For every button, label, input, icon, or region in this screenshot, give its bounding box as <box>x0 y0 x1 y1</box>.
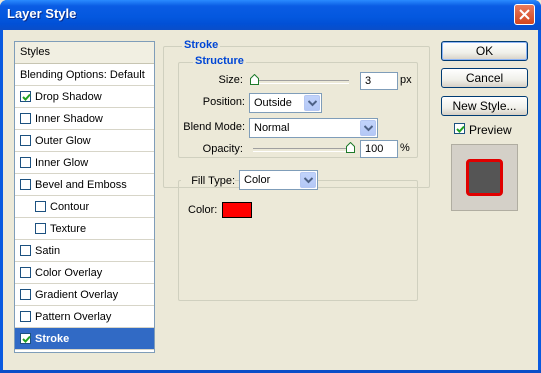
styles-item-label: Contour <box>50 201 90 213</box>
preview-label: Preview <box>469 123 512 137</box>
chevron-down-icon[interactable] <box>360 120 376 136</box>
blend-mode-value: Normal <box>254 122 290 134</box>
styles-item-label: Texture <box>50 223 87 235</box>
title-bar[interactable]: Layer Style <box>0 0 541 30</box>
styles-item-checkbox[interactable] <box>20 135 31 146</box>
styles-item-outer-glow[interactable]: Outer Glow <box>15 130 154 152</box>
ok-button[interactable]: OK <box>441 41 528 61</box>
styles-item-label: Inner Glow <box>35 157 89 169</box>
styles-item-inner-glow[interactable]: Inner Glow <box>15 152 154 174</box>
styles-item-checkbox[interactable] <box>20 311 31 322</box>
styles-item-checkbox[interactable] <box>20 267 31 278</box>
styles-item-blending-options-default[interactable]: Blending Options: Default <box>15 64 154 86</box>
checkmark-icon <box>22 335 31 343</box>
styles-item-inner-shadow[interactable]: Inner Shadow <box>15 108 154 130</box>
stroke-group-title: Stroke <box>182 39 221 51</box>
styles-item-drop-shadow[interactable]: Drop Shadow <box>15 86 154 108</box>
position-label: Position: <box>202 96 245 108</box>
size-slider-thumb[interactable] <box>250 74 259 85</box>
styles-item-stroke[interactable]: Stroke <box>15 328 154 350</box>
styles-item-contour[interactable]: Contour <box>15 196 154 218</box>
structure-group-title: Structure <box>193 55 246 67</box>
styles-item-checkbox[interactable] <box>35 223 46 234</box>
styles-item-checkbox[interactable] <box>20 333 31 344</box>
styles-item-label: Stroke <box>35 333 70 345</box>
blend-mode-select[interactable]: Normal <box>249 118 378 138</box>
styles-item-pattern-overlay[interactable]: Pattern Overlay <box>15 306 154 328</box>
chevron-down-icon[interactable] <box>304 95 320 111</box>
layer-style-window: Layer Style Styles Blending Options: Def… <box>0 0 541 373</box>
preview-area <box>451 144 518 211</box>
styles-item-label: Bevel and Emboss <box>35 179 127 191</box>
styles-item-label: Blending Options: Default <box>20 69 145 81</box>
fill-type-value: Color <box>244 174 271 186</box>
styles-item-label: Inner Shadow <box>35 113 103 125</box>
preview-thumbnail <box>466 159 503 196</box>
styles-item-checkbox[interactable] <box>20 157 31 168</box>
styles-item-checkbox[interactable] <box>35 201 46 212</box>
opacity-slider-thumb[interactable] <box>346 142 355 153</box>
styles-item-checkbox[interactable] <box>20 289 31 300</box>
styles-item-checkbox[interactable] <box>20 245 31 256</box>
dialog-body: Styles Blending Options: Default Drop Sha… <box>3 30 538 370</box>
opacity-slider[interactable] <box>253 148 353 152</box>
styles-item-label: Drop Shadow <box>35 91 102 103</box>
blend-mode-label: Blend Mode: <box>183 121 245 133</box>
opacity-unit: % <box>400 142 410 154</box>
opacity-value: 100 <box>365 143 384 155</box>
size-slider[interactable] <box>253 80 349 84</box>
styles-item-checkbox[interactable] <box>20 179 31 190</box>
close-icon <box>519 9 530 20</box>
size-input[interactable]: 3 <box>360 72 398 90</box>
styles-item-color-overlay[interactable]: Color Overlay <box>15 262 154 284</box>
styles-item-label: Satin <box>35 245 61 257</box>
checkmark-icon <box>22 93 31 101</box>
opacity-input[interactable]: 100 <box>360 140 398 158</box>
close-button[interactable] <box>514 4 535 25</box>
size-unit: px <box>400 74 412 86</box>
window-title: Layer Style <box>7 6 77 21</box>
styles-item-label: Outer Glow <box>35 135 91 147</box>
preview-checkbox[interactable] <box>454 123 465 134</box>
styles-item-label: Color Overlay <box>35 267 103 279</box>
styles-item-texture[interactable]: Texture <box>15 218 154 240</box>
fill-type-select[interactable]: Color <box>239 170 318 190</box>
size-label: Size: <box>218 74 243 86</box>
color-label: Color: <box>188 204 218 216</box>
position-select[interactable]: Outside <box>249 93 322 113</box>
styles-item-bevel-and-emboss[interactable]: Bevel and Emboss <box>15 174 154 196</box>
styles-header-label: Styles <box>20 46 50 58</box>
fill-type-label: Fill Type: <box>181 175 235 187</box>
styles-item-gradient-overlay[interactable]: Gradient Overlay <box>15 284 154 306</box>
styles-item-label: Gradient Overlay <box>35 289 119 301</box>
cancel-button[interactable]: Cancel <box>441 68 528 88</box>
styles-item-checkbox[interactable] <box>20 113 31 124</box>
stroke-color-swatch[interactable] <box>222 202 252 218</box>
styles-header[interactable]: Styles <box>15 42 154 64</box>
styles-item-checkbox[interactable] <box>20 91 31 102</box>
styles-list: Styles Blending Options: Default Drop Sha… <box>14 41 155 353</box>
chevron-down-icon[interactable] <box>300 172 316 188</box>
styles-item-label: Pattern Overlay <box>35 311 112 323</box>
size-value: 3 <box>365 75 372 87</box>
opacity-label: Opacity: <box>202 143 243 155</box>
new-style-button[interactable]: New Style... <box>441 96 528 116</box>
checkmark-icon <box>456 125 465 133</box>
styles-item-satin[interactable]: Satin <box>15 240 154 262</box>
fill-group <box>178 180 418 301</box>
position-value: Outside <box>254 97 292 109</box>
